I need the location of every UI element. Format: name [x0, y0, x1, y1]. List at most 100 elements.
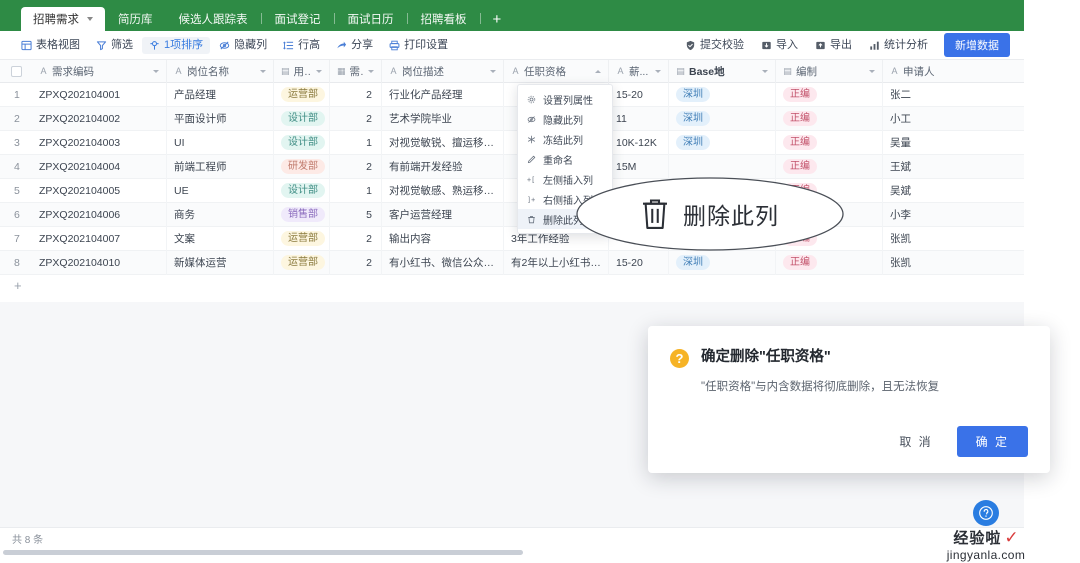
column-header-salary[interactable]: A 薪...: [609, 59, 669, 83]
cell-requirement-code[interactable]: ZPXQ202104003: [32, 130, 167, 155]
cell-base-location[interactable]: [669, 154, 776, 179]
chevron-down-icon[interactable]: [87, 17, 93, 21]
toolbar-import-button[interactable]: 导入: [754, 37, 805, 54]
row-index-cell[interactable]: 8: [0, 251, 32, 275]
cell-applicant[interactable]: 吴量: [883, 131, 1023, 155]
column-header-headcount[interactable]: ▦ 需...: [330, 59, 382, 83]
menu-item-delete-column[interactable]: 删除此列: [518, 209, 612, 229]
cell-applicant[interactable]: 小工: [883, 107, 1023, 131]
cell-applicant[interactable]: 吴斌: [883, 179, 1023, 203]
cell-base-location[interactable]: [669, 178, 776, 203]
cell-salary[interactable]: 15-20: [609, 250, 669, 275]
table-row[interactable]: 3 ZPXQ202104003 UI 设计部 1 对视觉敏锐、擅运移动端... 10K-12…: [0, 130, 1024, 155]
cell-applicant[interactable]: 张二: [883, 83, 1023, 107]
select-all-checkbox-cell[interactable]: [0, 60, 32, 83]
cell-hiring-department[interactable]: 设计部: [274, 178, 330, 203]
cell-headcount[interactable]: 2: [330, 226, 382, 251]
menu-item-hide-column[interactable]: 隐藏此列: [518, 109, 612, 129]
cell-hiring-department[interactable]: 设计部: [274, 106, 330, 131]
cell-position-name[interactable]: 文案: [167, 226, 274, 251]
cell-job-description[interactable]: 有小红书、微信公众号...: [382, 250, 504, 275]
cell-job-description[interactable]: 客户运营经理: [382, 202, 504, 227]
menu-item-rename-column[interactable]: 重命名: [518, 149, 612, 169]
cell-establishment[interactable]: 正编: [776, 82, 883, 107]
column-header-establishment[interactable]: ▤ 编制: [776, 59, 883, 83]
cell-base-location[interactable]: [669, 202, 776, 227]
table-row[interactable]: 4 ZPXQ202104004 前端工程师 研发部 2 有前端开发经验 15M 正编 王斌: [0, 154, 1024, 179]
chevron-down-icon[interactable]: [153, 69, 159, 73]
toolbar-statistics-button[interactable]: 统计分析: [862, 37, 935, 54]
toolbar-submit-validation-button[interactable]: 提交校验: [678, 37, 751, 54]
column-header-job-description[interactable]: A 岗位描述: [382, 59, 504, 83]
add-record-button[interactable]: 新增数据: [944, 33, 1010, 57]
cell-requirement-code[interactable]: ZPXQ202104005: [32, 178, 167, 203]
add-tab-button[interactable]: +: [481, 7, 514, 31]
chevron-down-icon[interactable]: [316, 69, 322, 73]
cell-hiring-department[interactable]: 运营部: [274, 226, 330, 251]
table-row[interactable]: 1 ZPXQ202104001 产品经理 运营部 2 行业化产品经理 15-20 深圳 正编 张二: [0, 82, 1024, 107]
chevron-down-icon[interactable]: [655, 69, 661, 73]
table-row[interactable]: 5 ZPXQ202104005 UE 设计部 1 对视觉敏感、熟运移动端... 正编 吴斌: [0, 178, 1024, 203]
tab-resume-library[interactable]: 简历库: [105, 7, 166, 31]
cell-salary[interactable]: [609, 226, 669, 251]
cell-salary[interactable]: [609, 178, 669, 203]
toolbar-table-view-button[interactable]: 表格视图: [14, 37, 87, 54]
cell-establishment[interactable]: 正编: [776, 250, 883, 275]
toolbar-share-button[interactable]: 分享: [329, 37, 380, 54]
tab-recruitment-board[interactable]: 招聘看板: [408, 7, 480, 31]
chevron-down-icon[interactable]: [490, 69, 496, 73]
cell-applicant[interactable]: 张凯: [883, 251, 1023, 275]
cell-position-name[interactable]: UI: [167, 130, 274, 155]
add-row-button[interactable]: +: [0, 275, 1024, 295]
cell-salary[interactable]: 15-20: [609, 82, 669, 107]
cell-job-description[interactable]: 对视觉敏感、熟运移动端...: [382, 178, 504, 203]
menu-item-insert-right[interactable]: ]+ 右侧插入列: [518, 189, 612, 209]
cell-position-name[interactable]: 商务: [167, 202, 274, 227]
cell-headcount[interactable]: 1: [330, 178, 382, 203]
table-row[interactable]: 6 ZPXQ202104006 商务 销售部 5 客户运营经理 小李: [0, 202, 1024, 227]
toolbar-print-settings-button[interactable]: 打印设置: [382, 37, 455, 54]
tab-interview-calendar[interactable]: 面试日历: [335, 7, 407, 31]
menu-item-insert-left[interactable]: +[ 左侧插入列: [518, 169, 612, 189]
scrollbar-thumb[interactable]: [3, 550, 523, 555]
cell-job-description[interactable]: 对视觉敏锐、擅运移动端...: [382, 130, 504, 155]
cell-headcount[interactable]: 2: [330, 250, 382, 275]
cell-applicant[interactable]: 王斌: [883, 155, 1023, 179]
cell-position-name[interactable]: 前端工程师: [167, 154, 274, 179]
select-all-checkbox[interactable]: [10, 65, 22, 77]
toolbar-export-button[interactable]: 导出: [808, 37, 859, 54]
cell-base-location[interactable]: 深圳: [669, 130, 776, 155]
tab-recruitment-requirements[interactable]: 招聘需求: [21, 7, 105, 31]
toolbar-sort-button[interactable]: 1项排序: [142, 36, 211, 54]
cancel-button[interactable]: 取 消: [891, 427, 940, 456]
cell-base-location[interactable]: 深圳: [669, 82, 776, 107]
cell-hiring-department[interactable]: 设计部: [274, 130, 330, 155]
cell-requirement-code[interactable]: ZPXQ202104002: [32, 106, 167, 131]
cell-establishment[interactable]: 正编: [776, 106, 883, 131]
cell-job-description[interactable]: 输出内容: [382, 226, 504, 251]
row-index-cell[interactable]: 4: [0, 155, 32, 179]
cell-base-location[interactable]: 深圳: [669, 250, 776, 275]
table-row[interactable]: 2 ZPXQ202104002 平面设计师 设计部 2 艺术学院毕业 11 深圳 正编 小工: [0, 106, 1024, 131]
cell-salary[interactable]: 11: [609, 106, 669, 131]
chevron-down-icon[interactable]: [762, 69, 768, 73]
cell-qualification[interactable]: 有2年以上小红书、微信...: [504, 250, 609, 275]
cell-headcount[interactable]: 2: [330, 106, 382, 131]
cell-base-location[interactable]: 深圳: [669, 106, 776, 131]
row-index-cell[interactable]: 1: [0, 83, 32, 107]
chevron-down-icon[interactable]: [869, 69, 875, 73]
cell-job-description[interactable]: 艺术学院毕业: [382, 106, 504, 131]
tab-candidate-tracker[interactable]: 候选人跟踪表: [166, 7, 261, 31]
cell-establishment[interactable]: 正编: [776, 130, 883, 155]
cell-position-name[interactable]: 平面设计师: [167, 106, 274, 131]
cell-salary[interactable]: 10K-12K: [609, 130, 669, 155]
cell-applicant[interactable]: 小李: [883, 203, 1023, 227]
row-index-cell[interactable]: 5: [0, 179, 32, 203]
cell-establishment[interactable]: [776, 202, 883, 227]
cell-salary[interactable]: 15M: [609, 154, 669, 179]
cell-headcount[interactable]: 2: [330, 82, 382, 107]
cell-headcount[interactable]: 2: [330, 154, 382, 179]
column-header-hiring-department[interactable]: ▤ 用人...: [274, 59, 330, 83]
chevron-down-icon[interactable]: [368, 69, 374, 73]
cell-headcount[interactable]: 5: [330, 202, 382, 227]
